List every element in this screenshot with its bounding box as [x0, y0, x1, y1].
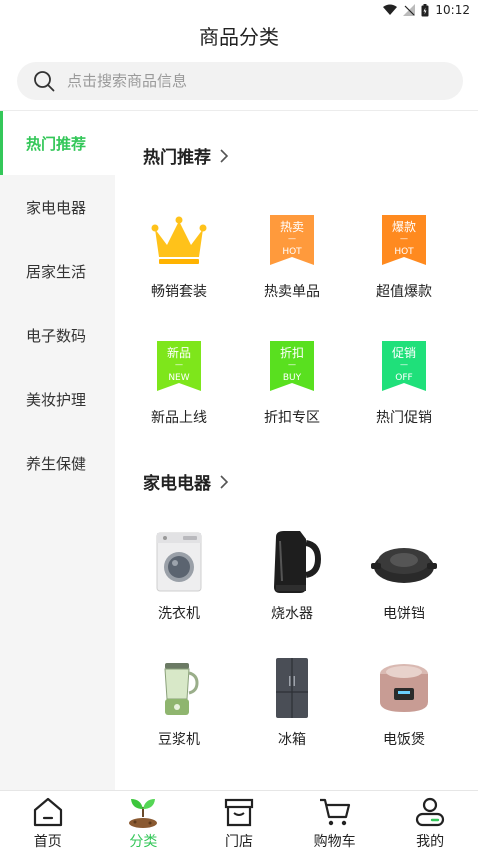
blender-icon [146, 655, 212, 721]
grid-item-value-hit[interactable]: 爆款 — HOT 超值爆款 [348, 207, 460, 301]
grid-item-label: 折扣专区 [264, 410, 320, 426]
grid-item-kettle[interactable]: 烧水器 [236, 529, 348, 623]
tag-bottom-text: OFF [395, 373, 413, 383]
signal-icon [403, 4, 416, 16]
grid-item-soymilk-maker[interactable]: 豆浆机 [123, 655, 235, 749]
grid-item-new-arrivals[interactable]: 新品 — NEW 新品上线 [123, 333, 235, 427]
grid-item-bestseller-set[interactable]: 畅销套装 [123, 207, 235, 301]
grid-item-rice-cooker[interactable]: 电饭煲 [348, 655, 460, 749]
section-title-label: 家电电器 [143, 474, 211, 494]
search-bar[interactable] [17, 62, 463, 100]
sidebar-item-label: 养生保健 [26, 454, 87, 473]
tab-label: 分类 [129, 834, 158, 850]
grid-item-hot-promo[interactable]: 促销 — OFF 热门促销 [348, 333, 460, 427]
sidebar-item-label: 居家生活 [26, 262, 87, 281]
store-icon [224, 798, 254, 827]
section-title-label: 热门推荐 [143, 148, 211, 168]
search-icon [34, 71, 55, 92]
grid-item-label: 新品上线 [151, 410, 207, 426]
grid-item-label: 超值爆款 [376, 284, 432, 300]
category-content: 热门推荐 畅销套装 热卖 — HOT 热卖单品 爆款 — HOT 超值爆款 新品… [115, 111, 478, 790]
status-bar: 10:12 [0, 0, 478, 22]
grid-item-label: 畅销套装 [151, 284, 207, 300]
chevron-right-icon [220, 474, 229, 489]
off-tag-icon: 促销 — OFF [371, 333, 437, 399]
grid-item-label: 烧水器 [271, 606, 313, 622]
kettle-icon [259, 529, 325, 595]
category-sidebar: 热门推荐 家电电器 居家生活 电子数码 美妆护理 养生保健 [0, 111, 115, 790]
tab-profile[interactable]: 我的 [382, 791, 478, 851]
fridge-icon [259, 655, 325, 721]
grid-item-label: 洗衣机 [158, 606, 200, 622]
grid-item-label: 热门促销 [376, 410, 432, 426]
battery-icon [421, 3, 429, 16]
tag-top-text: 新品 [166, 346, 191, 360]
status-icons: 10:12 [383, 3, 470, 17]
tab-cart[interactable]: 购物车 [287, 791, 383, 851]
sidebar-item-electronics[interactable]: 电子数码 [0, 303, 115, 367]
tab-category[interactable]: 分类 [96, 791, 192, 851]
buy-tag-icon: 折扣 — BUY [259, 333, 325, 399]
grid-item-griddle[interactable]: 电饼铛 [348, 529, 460, 623]
tag-top-text: 热卖 [279, 220, 304, 234]
user-icon [416, 797, 445, 827]
grid-item-label: 电饭煲 [383, 732, 425, 748]
tag-top-text: 爆款 [391, 220, 416, 234]
grid-item-label: 热卖单品 [264, 284, 320, 300]
tab-label: 购物车 [313, 834, 356, 850]
sidebar-item-health[interactable]: 养生保健 [0, 431, 115, 495]
new-tag-icon: 新品 — NEW [146, 333, 212, 399]
hot-tag-icon: 热卖 — HOT [259, 207, 325, 273]
tab-label: 门店 [224, 834, 253, 850]
grid-item-label: 豆浆机 [158, 732, 200, 748]
tab-label: 我的 [416, 834, 445, 850]
sidebar-item-label: 家电电器 [26, 198, 87, 217]
grid-item-discount-zone[interactable]: 折扣 — BUY 折扣专区 [236, 333, 348, 427]
griddle-icon [371, 529, 437, 595]
tag-bottom-text: NEW [168, 373, 190, 383]
rice-cooker-icon [371, 655, 437, 721]
grid-item-label: 电饼铛 [383, 606, 425, 622]
status-time: 10:12 [435, 3, 470, 17]
tab-store[interactable]: 门店 [191, 791, 287, 851]
tag-top-text: 折扣 [279, 346, 304, 360]
tab-label: 首页 [33, 834, 62, 850]
tab-home[interactable]: 首页 [0, 791, 96, 851]
tag-bottom-text: HOT [282, 247, 302, 257]
grid-item-washing-machine[interactable]: 洗衣机 [123, 529, 235, 623]
section-title-hot[interactable]: 热门推荐 [143, 143, 229, 168]
grid-item-label: 冰箱 [278, 732, 306, 748]
home-icon [33, 797, 62, 827]
sidebar-item-home-living[interactable]: 居家生活 [0, 239, 115, 303]
section-title-appliances[interactable]: 家电电器 [143, 469, 229, 494]
sidebar-item-label: 电子数码 [26, 326, 87, 345]
hot-tag-icon: 爆款 — HOT [371, 207, 437, 273]
crown-icon [146, 207, 212, 273]
tag-bottom-text: HOT [394, 247, 414, 257]
grid-item-fridge[interactable]: 冰箱 [236, 655, 348, 749]
sprout-icon [129, 799, 158, 828]
sidebar-item-label: 热门推荐 [26, 134, 87, 153]
cart-icon [319, 798, 350, 826]
tag-bottom-text: BUY [282, 373, 302, 383]
sidebar-item-hot[interactable]: 热门推荐 [0, 111, 115, 175]
page-title: 商品分类 [199, 25, 279, 49]
wifi-icon [383, 4, 398, 15]
sidebar-item-appliances[interactable]: 家电电器 [0, 175, 115, 239]
grid-item-hot-single[interactable]: 热卖 — HOT 热卖单品 [236, 207, 348, 301]
chevron-right-icon [220, 148, 229, 163]
sidebar-item-beauty[interactable]: 美妆护理 [0, 367, 115, 431]
washing-machine-icon [146, 529, 212, 595]
bottom-tab-bar: 首页 分类 门店 购物车 我的 [0, 790, 478, 851]
sidebar-item-label: 美妆护理 [26, 390, 87, 409]
tag-top-text: 促销 [391, 346, 416, 360]
search-input[interactable] [67, 72, 427, 90]
